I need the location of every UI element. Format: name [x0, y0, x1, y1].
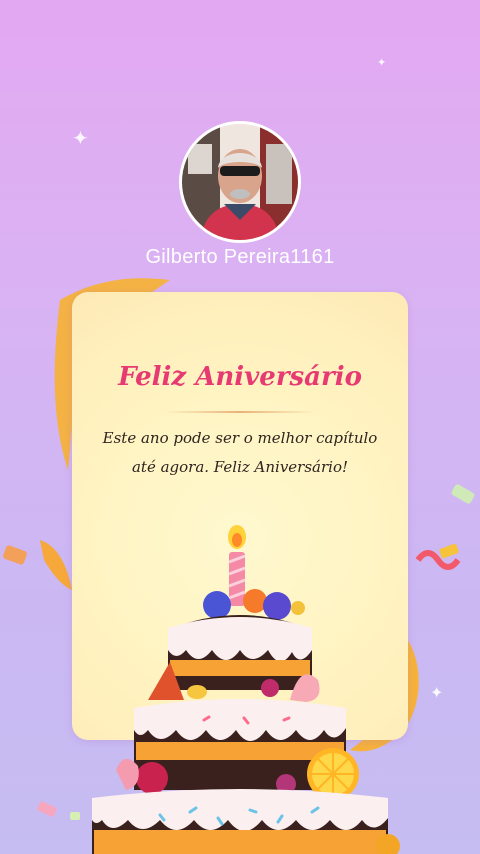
- candle-icon: [228, 525, 246, 606]
- birthday-cake-icon: [92, 525, 400, 854]
